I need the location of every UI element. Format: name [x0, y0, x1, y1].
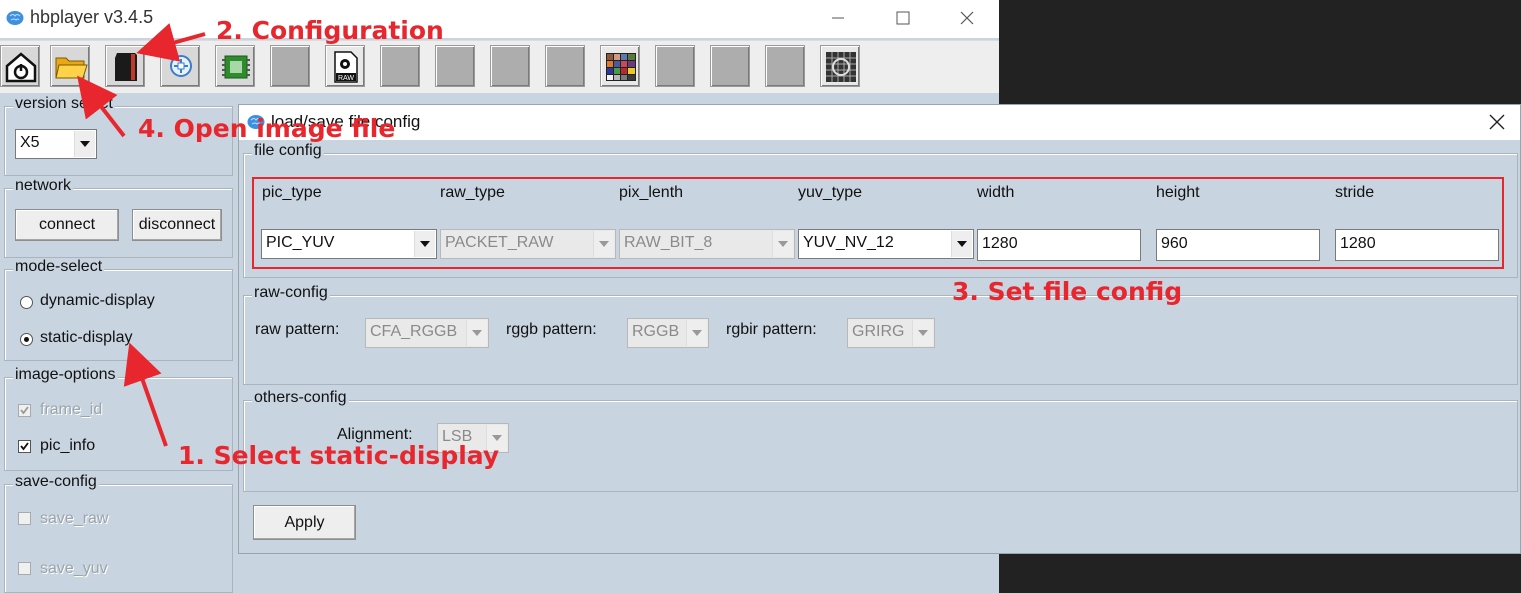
apply-label: Apply: [284, 513, 325, 531]
raw-config-section: raw-config raw pattern: CFA_RGGB rggb pa…: [243, 284, 1518, 385]
disconnect-label: disconnect: [138, 216, 216, 233]
folder-icon: [55, 57, 88, 79]
version-select-value: X5: [20, 134, 40, 151]
app-title: hbplayer v3.4.5: [30, 7, 154, 27]
close-icon: [960, 11, 974, 25]
minimize-icon: [832, 17, 844, 19]
file-config-dialog: load/save file config file config pic_ty…: [238, 104, 1521, 554]
color-checker-button[interactable]: [600, 45, 640, 87]
toolbar-button-13[interactable]: [655, 45, 695, 87]
file-config-highlight: [252, 177, 1504, 269]
version-select-label: version select: [13, 95, 115, 113]
left-panel: version select X5 network connect discon…: [0, 92, 236, 593]
raw-pattern-select[interactable]: CFA_RGGB: [365, 318, 489, 348]
home-button[interactable]: [0, 45, 40, 87]
dropdown-arrow-icon: [686, 320, 707, 346]
sensor-grid-icon: [826, 52, 856, 82]
zoom-button[interactable]: [160, 45, 200, 87]
pic-info-checkbox[interactable]: [18, 440, 31, 453]
zoom-icon: [170, 55, 192, 77]
brain-icon: [6, 11, 24, 25]
pic-info-label: pic_info: [40, 437, 96, 454]
file-config-label: file config: [252, 142, 324, 160]
toolbar-button-11[interactable]: [545, 45, 585, 87]
annotation-step-4: 4. Open image file: [138, 114, 396, 143]
dropdown-arrow-icon: [74, 131, 95, 157]
configuration-button[interactable]: [105, 45, 145, 87]
maximize-icon: [896, 11, 910, 25]
toolbar-button-15[interactable]: [765, 45, 805, 87]
close-icon[interactable]: [1488, 113, 1506, 131]
sd-card-icon: [115, 53, 137, 81]
raw-file-icon: RAW: [334, 51, 358, 83]
sensor-grid-button[interactable]: [820, 45, 860, 87]
save-yuv-label: save_yuv: [40, 560, 108, 577]
disconnect-button[interactable]: disconnect: [132, 209, 222, 241]
home-icon: [5, 52, 37, 83]
chip-button[interactable]: [215, 45, 255, 87]
connect-label: connect: [38, 216, 96, 233]
frame-id-label: frame_id: [40, 401, 103, 418]
save-config-group: save-config save_raw save_yuv: [4, 473, 233, 593]
mode-select-group: mode-select dynamic-display static-displ…: [4, 258, 233, 361]
dialog-title-bar: load/save file config: [239, 105, 1520, 140]
maximize-button[interactable]: [880, 4, 926, 32]
rggb-pattern-select[interactable]: RGGB: [627, 318, 709, 348]
rggb-pattern-value: RGGB: [632, 323, 680, 340]
raw-pattern-value: CFA_RGGB: [370, 323, 458, 340]
dynamic-display-label: dynamic-display: [40, 292, 155, 309]
dropdown-arrow-icon: [466, 320, 487, 346]
dynamic-display-radio[interactable]: [20, 296, 33, 309]
annotation-step-2: 2. Configuration: [216, 16, 444, 45]
annotation-step-1: 1. Select static-display: [178, 441, 500, 470]
mode-select-label: mode-select: [13, 258, 105, 276]
color-checker-icon: [606, 53, 636, 81]
rgbir-pattern-label: rgbir pattern:: [726, 321, 817, 338]
dropdown-arrow-icon: [912, 320, 933, 346]
toolbar-button-14[interactable]: [710, 45, 750, 87]
frame-id-checkbox[interactable]: [18, 404, 31, 417]
title-bar: hbplayer v3.4.5: [0, 0, 999, 38]
network-group: network connect disconnect: [4, 177, 233, 258]
rggb-pattern-label: rggb pattern:: [506, 321, 597, 338]
annotation-step-3: 3. Set file config: [952, 277, 1183, 306]
open-file-button[interactable]: [50, 45, 90, 87]
apply-button[interactable]: Apply: [253, 505, 356, 540]
static-display-label: static-display: [40, 329, 133, 346]
image-options-label: image-options: [13, 366, 118, 384]
save-config-label: save-config: [13, 473, 99, 491]
raw-file-button[interactable]: RAW: [325, 45, 365, 87]
rgbir-pattern-select[interactable]: GRIRG: [847, 318, 935, 348]
others-config-label: others-config: [252, 389, 349, 407]
toolbar-button-6[interactable]: [270, 45, 310, 87]
close-button[interactable]: [944, 4, 990, 32]
save-yuv-checkbox[interactable]: [18, 562, 31, 575]
svg-text:RAW: RAW: [338, 75, 354, 82]
rgbir-pattern-value: GRIRG: [852, 323, 905, 340]
chip-icon: [222, 55, 250, 79]
toolbar-button-10[interactable]: [490, 45, 530, 87]
minimize-button[interactable]: [815, 4, 861, 32]
raw-config-label: raw-config: [252, 284, 330, 302]
raw-pattern-label: raw pattern:: [255, 321, 340, 338]
version-select-combo[interactable]: X5: [15, 129, 97, 159]
toolbar-button-9[interactable]: [435, 45, 475, 87]
network-label: network: [13, 177, 74, 195]
save-raw-label: save_raw: [40, 510, 109, 527]
connect-button[interactable]: connect: [15, 209, 119, 241]
toolbar-button-8[interactable]: [380, 45, 420, 87]
save-raw-checkbox[interactable]: [18, 512, 31, 525]
static-display-radio[interactable]: [20, 333, 33, 346]
toolbar: RAW: [0, 40, 999, 93]
